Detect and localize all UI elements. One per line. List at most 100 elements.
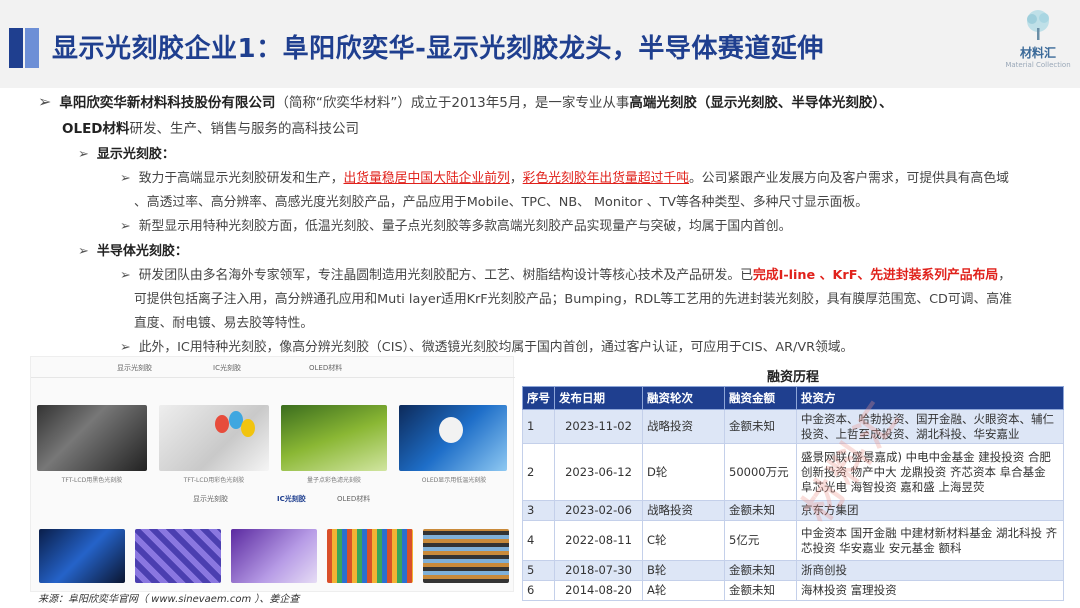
table-cell: A轮 (642, 580, 725, 601)
header-accent-bar-light (25, 28, 39, 68)
table-cell: 5 (522, 560, 555, 581)
table-row: 1 2023-11-02 战略投资 金额未知 中金资本、哈勃投资、国开金融、火眼… (522, 409, 1064, 444)
separator: ， (509, 171, 523, 186)
table-cell: 3 (522, 500, 555, 521)
separator: ， (998, 268, 1011, 283)
table-row: 5 2018-07-30 B轮 金额未知 浙商创投 (522, 560, 1064, 581)
intro-line-1: ➢ 阜阳欣奕华新材料科技股份有限公司（简称“欣奕华材料”）成立于2013年5月，是… (38, 91, 893, 111)
gallery-tab: OLED材料 (337, 495, 371, 503)
logo-name: 材料汇 (1019, 46, 1056, 60)
semi-p1-text: 研发团队由多名海外专家领军，专注晶圆制造用光刻胶配方、工艺、树脂结构设计等核心技… (138, 268, 753, 283)
intro-text-2: 研发、生产、销售与服务的高科技公司 (129, 121, 360, 137)
ic-image-chip (39, 529, 125, 583)
table-cell: 2 (522, 443, 555, 501)
display-p2-text: 新型显示用特种光刻胶方面，低温光刻胶、量子点光刻胶等多款高端光刻胶产品实现量产与… (138, 219, 792, 234)
semi-p2-text: 此外，IC用特种光刻胶，像高分辨光刻胶（CIS）、微透镜光刻胶均属于国内首创，通… (138, 340, 854, 355)
intro-text: （简称“欣奕华材料”）成立于2013年5月，是一家专业从事 (275, 95, 630, 111)
page-title: 显示光刻胶企业1：阜阳欣奕华-显示光刻胶龙头，半导体赛道延伸 (52, 34, 824, 64)
table-cell: 5亿元 (724, 520, 797, 561)
table-cell: 2018-07-30 (554, 560, 643, 581)
arrow-bullet-icon: ➢ (120, 219, 131, 234)
intro-highlight: 高端光刻胶（显示光刻胶、半导体光刻胶）、 (629, 95, 893, 111)
gallery-tab: IC光刻胶 (213, 364, 241, 372)
gallery-divider (31, 377, 515, 378)
ic-image-color-array (327, 529, 413, 583)
table-cell: 2014-08-20 (554, 580, 643, 601)
tree-icon (1027, 10, 1049, 40)
column-header: 序号 (522, 386, 555, 410)
table-cell: 浙商创投 (796, 560, 1064, 581)
table-cell: 2023-11-02 (554, 409, 643, 444)
table-header-row: 序号 发布日期 融资轮次 融资金额 投资方 (522, 386, 1064, 410)
table-cell: 金额未知 (724, 580, 797, 601)
column-header: 融资轮次 (642, 386, 725, 410)
product-image-black-resist (37, 405, 147, 471)
company-name: 阜阳欣奕华新材料科技股份有限公司 (59, 95, 276, 111)
product-gallery: 显示光刻胶 IC光刻胶 OLED材料 TFT-LCD用黑色光刻胶 TFT-LCD… (30, 356, 515, 592)
display-heading: ➢ 显示光刻胶： (78, 143, 175, 162)
gallery-tab: 显示光刻胶 (193, 495, 228, 503)
header-accent-bar (9, 28, 23, 68)
table-cell: 金额未知 (724, 500, 797, 521)
display-p1-text: 致力于高端显示光刻胶研发和生产， (138, 171, 344, 186)
display-heading-label: 显示光刻胶： (96, 147, 175, 162)
product-caption: TFT-LCD用彩色光刻胶 (183, 477, 245, 484)
logo-subtitle: Material Collection (1005, 61, 1071, 69)
table-cell: C轮 (642, 520, 725, 561)
brand-logo: 材料汇 Material Collection (1000, 8, 1076, 82)
table-cell: 金额未知 (724, 409, 797, 444)
table-cell: B轮 (642, 560, 725, 581)
intro-line-2: OLED材料研发、生产、销售与服务的高科技公司 (62, 117, 359, 137)
semi-p1-line2: 可提供包括离子注入用，高分辨通孔应用和Muti layer适用KrF光刻胶产品；… (134, 292, 1012, 307)
column-header: 投资方 (796, 386, 1064, 410)
arrow-bullet-icon: ➢ (120, 268, 131, 283)
table-cell: 战略投资 (642, 409, 725, 444)
semi-heading-label: 半导体光刻胶： (96, 244, 188, 259)
display-p1-text-b: 。公司紧跟产业发展方向及客户需求，可提供具有高色域 (689, 171, 1009, 186)
arrow-bullet-icon: ➢ (78, 244, 89, 259)
arrow-bullet-icon: ➢ (120, 171, 131, 186)
gallery-tabs-top: 显示光刻胶 IC光刻胶 OLED材料 (31, 357, 515, 377)
gallery-tab: OLED材料 (309, 364, 343, 372)
table-cell: 2022-08-11 (554, 520, 643, 561)
funding-table-title: 融资历程 (766, 370, 819, 385)
header-banner: 显示光刻胶企业1：阜阳欣奕华-显示光刻胶龙头，半导体赛道延伸 材料汇 Mater… (0, 0, 1080, 88)
table-cell: 6 (522, 580, 555, 601)
table-cell: 4 (522, 520, 555, 561)
ic-image-glove (231, 529, 317, 583)
gallery-tab: 显示光刻胶 (117, 364, 152, 372)
table-cell: 海林投资 富理投资 (796, 580, 1064, 601)
source-note: 来源：阜阳欣奕华官网（ www.sinevaem.com ）、姜企查 (38, 594, 300, 605)
product-image-quantum-dot (281, 405, 387, 471)
column-header: 发布日期 (554, 386, 643, 410)
product-caption: OLED显示用低温光刻胶 (421, 477, 487, 484)
display-p2: ➢ 新型显示用特种光刻胶方面，低温光刻胶、量子点光刻胶等多款高端光刻胶产品实现量产… (120, 215, 791, 234)
ic-image-sensor-grid (423, 529, 509, 583)
semi-p2: ➢ 此外，IC用特种光刻胶，像高分辨光刻胶（CIS）、微透镜光刻胶均属于国内首创，… (120, 336, 853, 355)
product-caption: TFT-LCD用黑色光刻胶 (61, 477, 123, 484)
ic-image-wafer (135, 529, 221, 583)
table-cell: D轮 (642, 443, 725, 501)
column-header: 融资金额 (724, 386, 797, 410)
product-image-color-resist (159, 405, 269, 471)
semi-p1-line1: ➢ 研发团队由多名海外专家领军，专注晶圆制造用光刻胶配方、工艺、树脂结构设计等核心… (120, 264, 1011, 283)
product-caption: 量子点彩色滤光刻胶 (306, 477, 361, 484)
arrow-bullet-icon: ➢ (38, 92, 52, 111)
arrow-bullet-icon: ➢ (78, 147, 89, 162)
display-p1-line2: 、高透过率、高分辨率、高感光度光刻胶产品，产品应用于Mobile、TPC、NB、… (134, 195, 869, 210)
table-cell: 战略投资 (642, 500, 725, 521)
arrow-bullet-icon: ➢ (120, 340, 131, 355)
table-cell: 金额未知 (724, 560, 797, 581)
highlight-shipment: 出货量稳居中国大陆企业前列 (343, 171, 510, 186)
gallery-tabs-bottom: 显示光刻胶 IC光刻胶 OLED材料 (31, 491, 515, 511)
gallery-tab-active: IC光刻胶 (277, 495, 306, 503)
table-cell: 2023-06-12 (554, 443, 643, 501)
highlight-color-resist: 彩色光刻胶年出货量超过千吨 (522, 171, 689, 186)
semi-p1-line3: 直度、耐电镀、易去胶等特性。 (134, 316, 314, 331)
oled-label: OLED材料 (62, 121, 130, 137)
table-cell: 50000万元 (724, 443, 797, 501)
table-cell: 1 (522, 409, 555, 444)
table-row: 6 2014-08-20 A轮 金额未知 海林投资 富理投资 (522, 580, 1064, 601)
semi-heading: ➢ 半导体光刻胶： (78, 240, 188, 259)
product-image-oled (399, 405, 507, 471)
